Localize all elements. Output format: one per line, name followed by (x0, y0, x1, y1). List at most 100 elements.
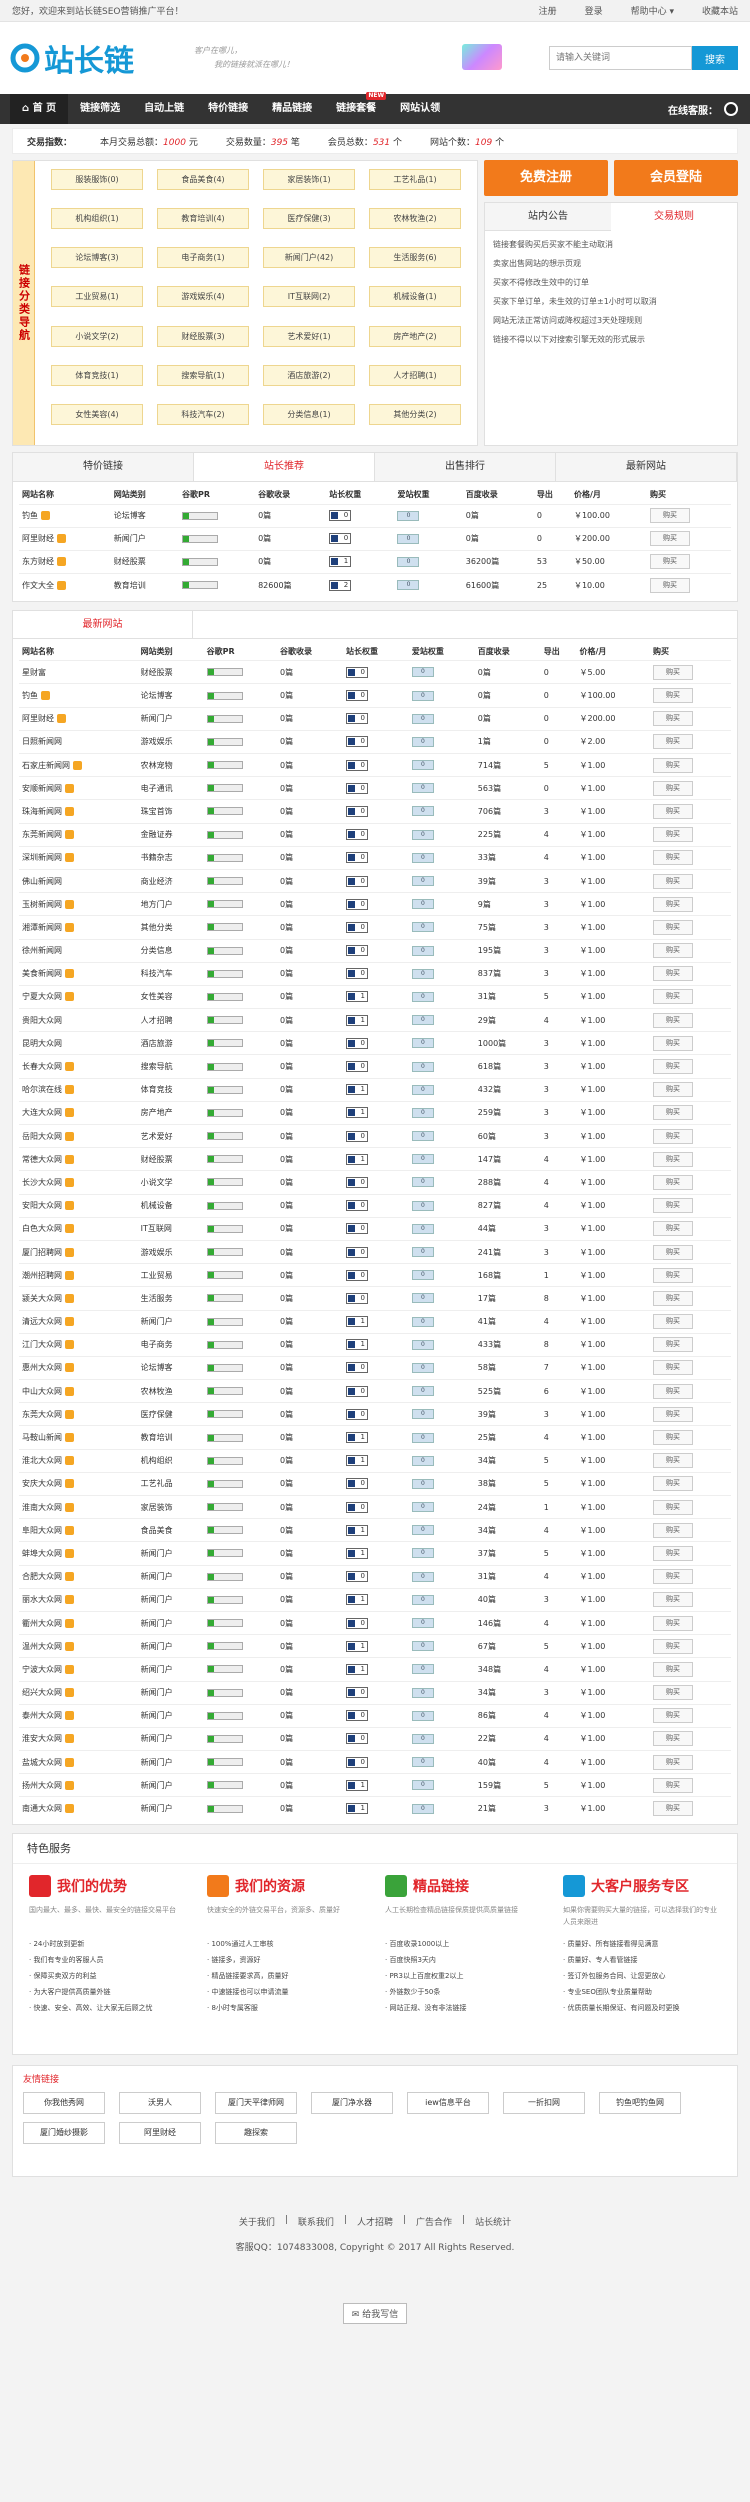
site-name[interactable]: 玉树新闻网 (22, 900, 62, 909)
site-name-cell[interactable]: 钓鱼 (19, 683, 138, 708)
site-name-cell[interactable]: 大连大众网 (19, 1100, 138, 1125)
site-name-cell[interactable]: 安阳大众网 (19, 1193, 138, 1218)
site-name-cell[interactable]: 阿里财经 (19, 706, 138, 731)
buy-button[interactable]: 购买 (652, 780, 693, 796)
tab-trade-rules[interactable]: 交易规则 (611, 203, 737, 231)
site-name-cell[interactable]: 东方财经 (19, 549, 111, 574)
rule-item[interactable]: 买家下单订单，未生效的订单±1小时可以取消 (493, 292, 729, 311)
friend-link[interactable]: 沃男人 (119, 2092, 201, 2115)
site-name[interactable]: 哈尔滨在线 (22, 1085, 62, 1094)
category-item[interactable]: 教育培训(4) (157, 208, 249, 230)
rule-item[interactable]: 网站无法正常访问或降权超过3天处理规则 (493, 311, 729, 330)
site-name-cell[interactable]: 泰州大众网 (19, 1703, 138, 1728)
site-name[interactable]: 东莞新闻网 (22, 830, 62, 839)
site-name[interactable]: 长沙大众网 (22, 1178, 62, 1187)
site-name[interactable]: 阿里财经 (22, 714, 54, 723)
buy-button[interactable]: 购买 (652, 850, 693, 866)
buy-button[interactable]: 购买 (652, 1638, 693, 1654)
nav-premium-links[interactable]: 精品链接 (260, 94, 324, 124)
site-name[interactable]: 佛山新闻网 (22, 877, 62, 886)
site-name-cell[interactable]: 佛山新闻网 (19, 868, 138, 893)
category-item[interactable]: 新闻门户(42) (263, 247, 355, 269)
site-name-cell[interactable]: 石家庄新闻网 (19, 752, 138, 777)
tab-latest-sites[interactable]: 最新网站 (556, 453, 737, 481)
buy-button[interactable]: 购买 (652, 1360, 693, 1376)
tab-special-links[interactable]: 特价链接 (13, 453, 194, 481)
site-name-cell[interactable]: 潮州招聘网 (19, 1263, 138, 1287)
buy-button[interactable]: 购买 (652, 734, 693, 750)
category-item[interactable]: 医疗保健(3) (263, 208, 355, 230)
category-item[interactable]: 财经股票(3) (157, 325, 249, 347)
buy-button[interactable]: 购买 (652, 896, 693, 912)
buy-button[interactable]: 购买 (652, 1221, 693, 1237)
site-name-cell[interactable]: 马鞍山新闻 (19, 1425, 138, 1450)
rule-item[interactable]: 链接不得以以下对搜索引擎无效的形式展示 (493, 330, 729, 349)
site-name[interactable]: 日照新闻网 (22, 737, 62, 746)
site-name[interactable]: 颍关大众网 (22, 1294, 62, 1303)
site-name-cell[interactable]: 盐城大众网 (19, 1750, 138, 1774)
site-name-cell[interactable]: 岳阳大众网 (19, 1123, 138, 1148)
site-name-cell[interactable]: 贵阳大众网 (19, 1008, 138, 1032)
category-item[interactable]: 科技汽车(2) (157, 403, 249, 425)
site-name[interactable]: 阿里财经 (22, 534, 54, 543)
site-name[interactable]: 昆明大众网 (22, 1039, 62, 1048)
site-name-cell[interactable]: 安顺新闻网 (19, 776, 138, 800)
site-name[interactable]: 惠州大众网 (22, 1363, 62, 1372)
site-name[interactable]: 衢州大众网 (22, 1619, 62, 1628)
category-item[interactable]: 搜索导航(1) (157, 364, 249, 386)
site-name-cell[interactable]: 长春大众网 (19, 1054, 138, 1079)
site-name-cell[interactable]: 玉树新闻网 (19, 892, 138, 916)
site-name[interactable]: 中山大众网 (22, 1387, 62, 1396)
site-name-cell[interactable]: 阜阳大众网 (19, 1518, 138, 1542)
site-name[interactable]: 泰州大众网 (22, 1711, 62, 1720)
site-name[interactable]: 潮州招聘网 (22, 1271, 62, 1280)
site-name[interactable]: 石家庄新闻网 (22, 761, 70, 770)
site-name-cell[interactable]: 哈尔滨在线 (19, 1077, 138, 1102)
buy-button[interactable]: 购买 (652, 688, 693, 704)
site-name-cell[interactable]: 星财富 (19, 660, 138, 684)
site-name[interactable]: 钓鱼 (22, 691, 38, 700)
site-name-cell[interactable]: 珠海新闻网 (19, 799, 138, 824)
buy-button[interactable]: 购买 (652, 827, 693, 843)
site-name[interactable]: 安庆大众网 (22, 1479, 62, 1488)
site-name-cell[interactable]: 东莞新闻网 (19, 822, 138, 847)
buy-button[interactable]: 购买 (652, 989, 693, 1005)
category-item[interactable]: 工艺礼品(1) (369, 169, 461, 190)
category-item[interactable]: 游戏娱乐(4) (157, 286, 249, 308)
rule-item[interactable]: 链接套餐购买后买家不能主动取消 (493, 235, 729, 254)
site-name[interactable]: 安顺新闻网 (22, 784, 62, 793)
footer-link[interactable]: 广告合作 (416, 2215, 452, 2228)
buy-button[interactable]: 购买 (652, 1708, 693, 1724)
category-item[interactable]: 人才招聘(1) (369, 364, 461, 386)
search-input[interactable] (549, 46, 692, 70)
site-name-cell[interactable]: 淮南大众网 (19, 1494, 138, 1519)
rule-item[interactable]: 卖家出售网站的想示页观 (493, 254, 729, 273)
category-item[interactable]: 家居装饰(1) (263, 169, 355, 190)
buy-button[interactable]: 购买 (652, 1151, 693, 1167)
buy-button[interactable]: 购买 (652, 1082, 693, 1098)
site-name-cell[interactable]: 衢州大众网 (19, 1610, 138, 1635)
site-name-cell[interactable]: 日照新闻网 (19, 729, 138, 754)
register-link[interactable]: 注册 (539, 4, 557, 17)
site-name[interactable]: 长春大众网 (22, 1062, 62, 1071)
nav-link-packages[interactable]: 链接套餐 NEW (324, 92, 388, 124)
qq-icon[interactable] (724, 102, 738, 116)
friend-link[interactable]: 厦门天平律师网 (215, 2092, 297, 2115)
site-name[interactable]: 阜阳大众网 (22, 1526, 62, 1535)
site-name[interactable]: 绍兴大众网 (22, 1688, 62, 1697)
register-button[interactable]: 免费注册 (484, 160, 608, 196)
site-name[interactable]: 江门大众网 (22, 1340, 62, 1349)
favorite-link[interactable]: 收藏本站 (702, 4, 738, 17)
site-name-cell[interactable]: 钓鱼 (19, 503, 111, 528)
site-name[interactable]: 合肥大众网 (22, 1572, 62, 1581)
site-name[interactable]: 扬州大众网 (22, 1781, 62, 1790)
friend-link[interactable]: 钓鱼吧钓鱼网 (599, 2092, 681, 2115)
buy-button[interactable]: 购买 (652, 1453, 693, 1469)
site-name-cell[interactable]: 丽水大众网 (19, 1587, 138, 1612)
site-name-cell[interactable]: 中山大众网 (19, 1379, 138, 1403)
category-item[interactable]: 女性美容(4) (51, 403, 143, 425)
category-item[interactable]: 食品美食(4) (157, 169, 249, 190)
site-name-cell[interactable]: 清远大众网 (19, 1309, 138, 1334)
buy-button[interactable]: 购买 (650, 531, 691, 547)
buy-button[interactable]: 购买 (652, 1383, 693, 1399)
